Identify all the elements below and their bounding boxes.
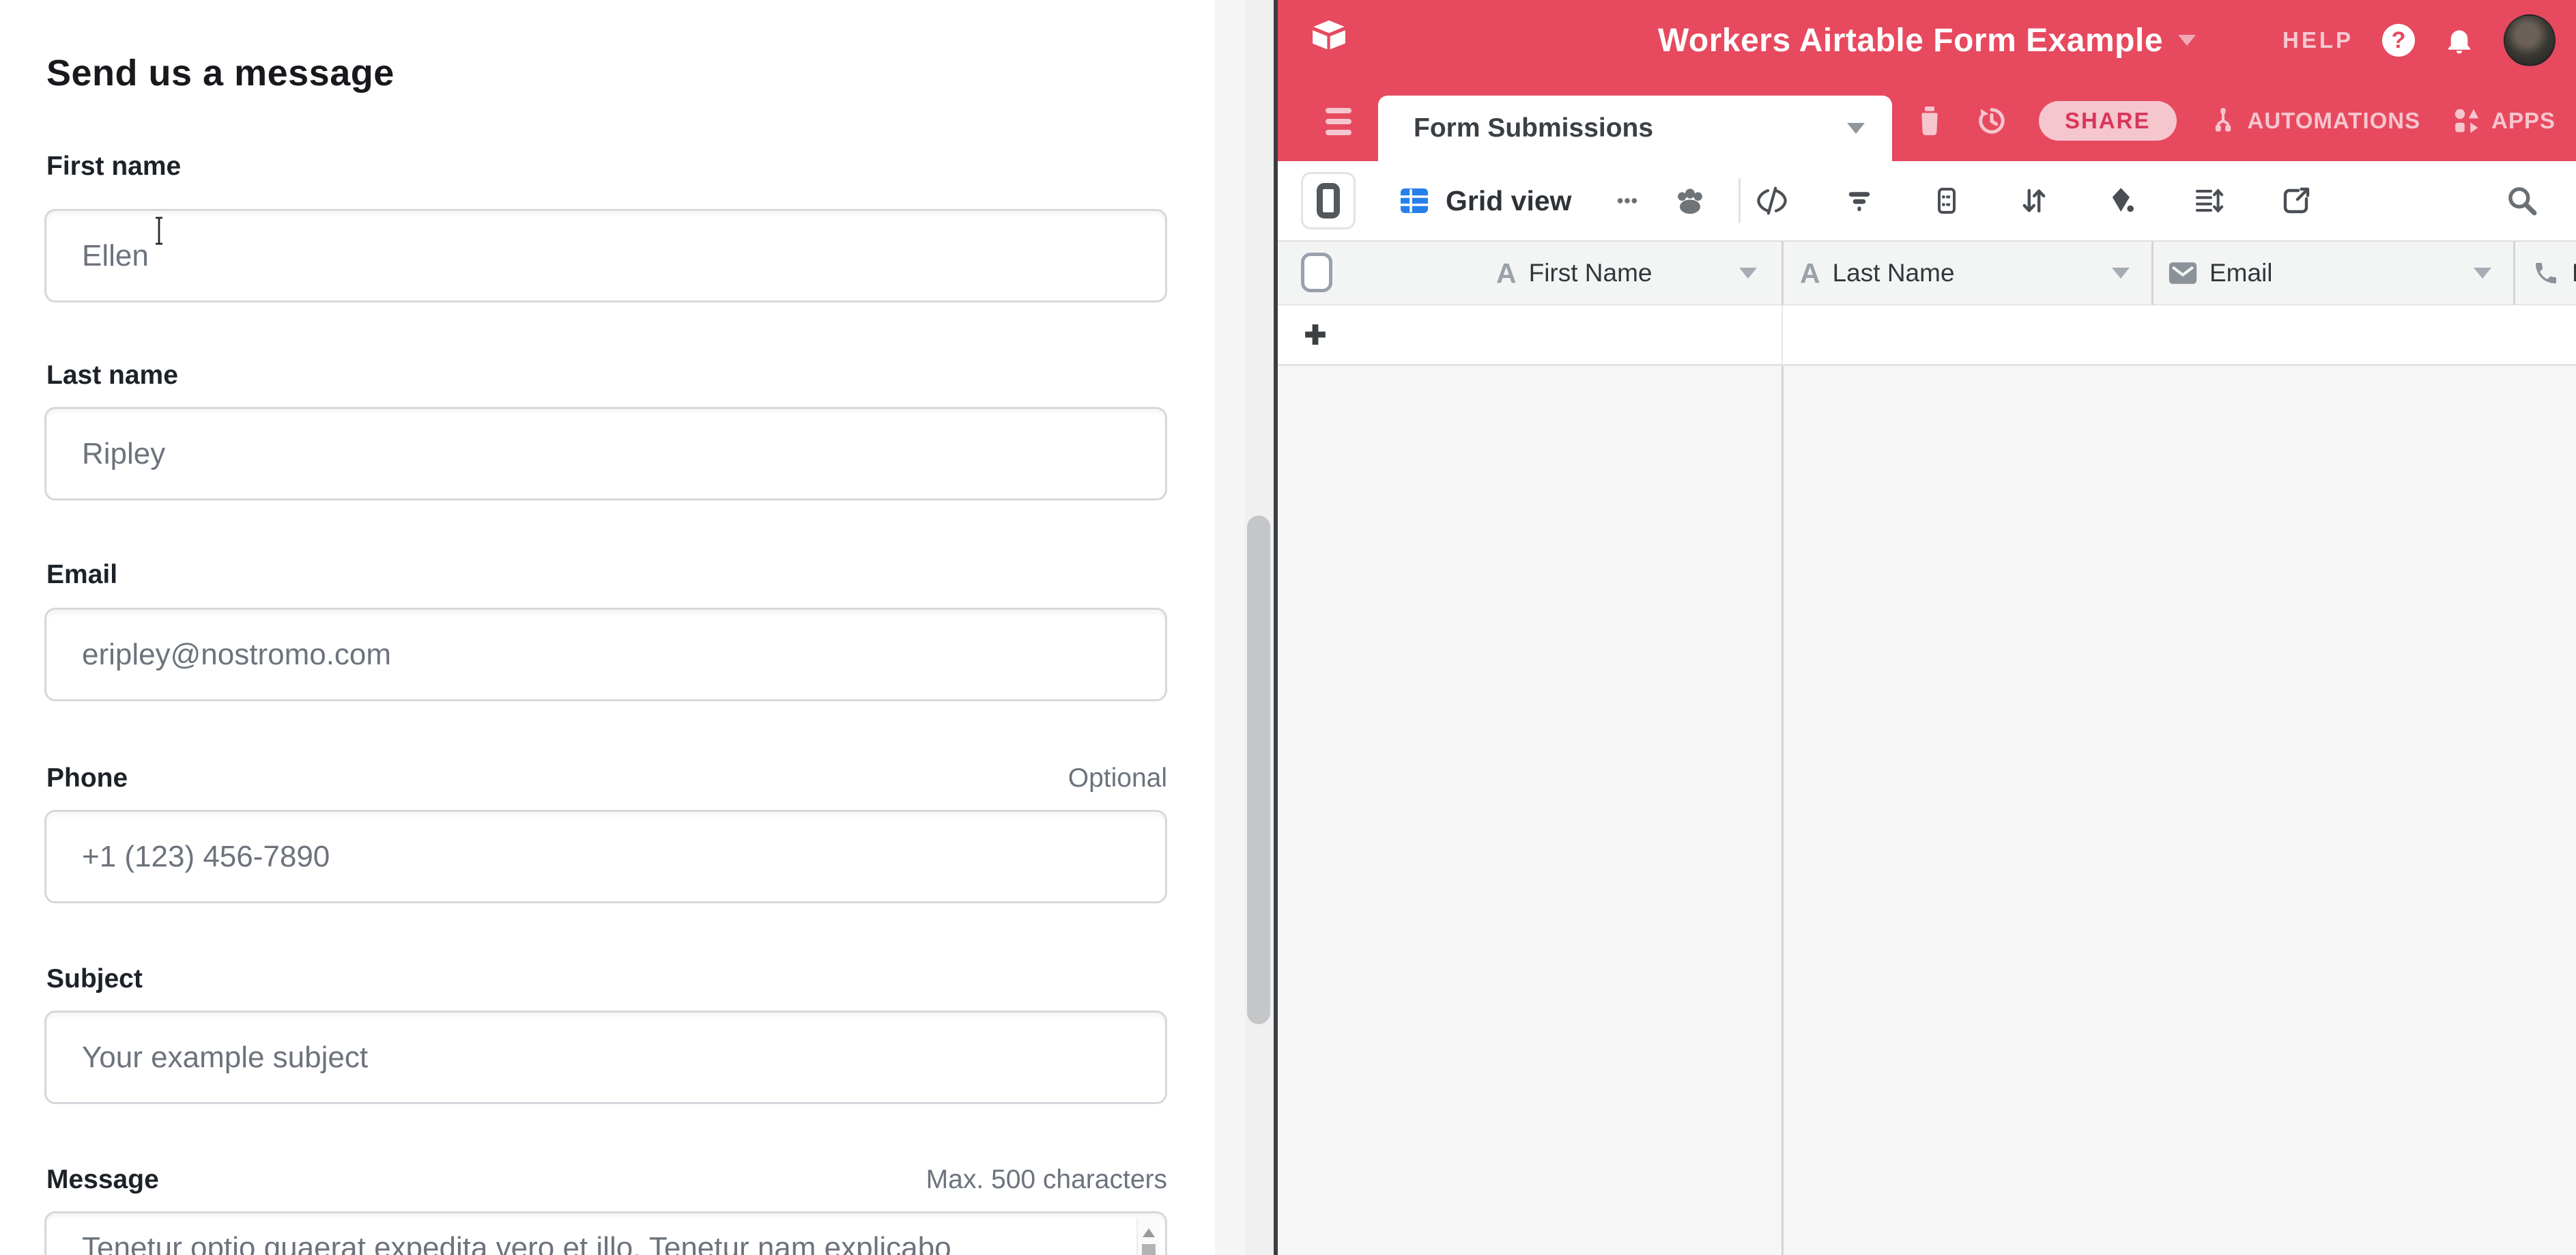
airtable-topbar: Workers Airtable Form Example HELP ? [1278, 0, 2576, 81]
phone-label: Phone [46, 763, 128, 793]
email-label: Email [46, 560, 117, 590]
help-qmark: ? [2392, 27, 2406, 54]
email-input[interactable]: eripley@nostromo.com [44, 608, 1167, 701]
share-view-icon[interactable] [2280, 184, 2313, 217]
column-name: First Name [1529, 259, 1652, 287]
page-scrollbar-track[interactable] [1215, 0, 1274, 1255]
table-tab-caret-icon [1847, 123, 1865, 134]
view-options-ellipsis-icon[interactable] [1612, 185, 1643, 216]
column-name: Phone [2572, 259, 2576, 287]
column-caret-icon[interactable] [2112, 268, 2130, 279]
first-name-value: Ellen [82, 239, 149, 273]
textarea-scroll-thumb[interactable] [1142, 1244, 1156, 1255]
color-icon[interactable] [2105, 184, 2138, 217]
share-button[interactable]: SHARE [2039, 101, 2177, 141]
column-header-email[interactable]: Email [2169, 242, 2273, 305]
table-tab-form-submissions[interactable]: Form Submissions [1378, 96, 1892, 161]
user-avatar[interactable] [2504, 14, 2556, 66]
message-max-hint: Max. 500 characters [926, 1165, 1167, 1195]
column-header-last-name[interactable]: A Last Name [1800, 242, 1955, 305]
message-textarea[interactable]: Tenetur optio quaerat expedita vero et i… [44, 1211, 1167, 1255]
base-title[interactable]: Workers Airtable Form Example [1658, 22, 2163, 59]
first-name-input[interactable]: Ellen [44, 209, 1167, 302]
message-label: Message [46, 1165, 159, 1195]
column-caret-icon[interactable] [1739, 268, 1757, 279]
message-value: Tenetur optio quaerat expedita vero et i… [82, 1231, 1092, 1255]
apps-button[interactable]: APPS [2450, 104, 2556, 137]
automations-icon [2207, 104, 2239, 137]
filter-icon[interactable] [1843, 184, 1876, 217]
apps-label: APPS [2491, 108, 2556, 134]
column-header-phone[interactable]: Phone [2532, 242, 2576, 305]
help-question-icon[interactable]: ? [2382, 24, 2415, 57]
column-divider[interactable] [1781, 242, 1784, 307]
scrollbar-track-inner [1215, 0, 1245, 1255]
apps-icon [2450, 104, 2483, 137]
text-field-type-icon: A [1800, 257, 1820, 290]
sort-icon[interactable] [2018, 184, 2050, 217]
grid-view-icon [1398, 184, 1431, 217]
subject-input[interactable]: Your example subject [44, 1011, 1167, 1104]
subject-value: Your example subject [82, 1041, 368, 1075]
phone-field-type-icon [2532, 259, 2560, 287]
column-header-first-name[interactable]: A First Name [1496, 242, 1652, 305]
column-caret-icon[interactable] [2474, 268, 2491, 279]
toolbar-divider [1738, 178, 1741, 223]
email-field-type-icon [2169, 262, 2197, 285]
column-divider[interactable] [2151, 242, 2153, 307]
add-row[interactable] [1278, 305, 2576, 366]
scroll-up-icon[interactable] [1143, 1228, 1155, 1237]
column-divider [1781, 305, 1783, 364]
table-tab-label: Form Submissions [1414, 113, 1847, 143]
form-title: Send us a message [46, 52, 395, 94]
column-name: Email [2209, 259, 2273, 287]
share-label: SHARE [2065, 108, 2151, 134]
sidebar-panel-icon [1317, 183, 1340, 218]
first-name-label: First name [46, 152, 181, 182]
last-name-value: Ripley [82, 437, 165, 471]
textarea-scrollbar[interactable] [1136, 1219, 1160, 1255]
grid-body-empty [1278, 366, 2576, 1255]
airtable-pane: Workers Airtable Form Example HELP ? For… [1278, 0, 2576, 1255]
select-all-checkbox[interactable] [1301, 253, 1332, 292]
column-name: Last Name [1833, 259, 1955, 287]
history-icon[interactable] [1975, 104, 2009, 138]
base-title-caret-icon[interactable] [2178, 35, 2196, 46]
page-scrollbar-thumb[interactable] [1247, 516, 1270, 1024]
row-height-icon[interactable] [2192, 184, 2225, 217]
email-value: eripley@nostromo.com [82, 638, 391, 672]
trash-icon[interactable] [1915, 104, 1945, 137]
phone-value: +1 (123) 456-7890 [82, 840, 330, 874]
last-name-input[interactable]: Ripley [44, 407, 1167, 500]
automations-button[interactable]: AUTOMATIONS [2207, 104, 2421, 137]
screen: Send us a message First name Ellen Last … [0, 0, 2576, 1255]
phone-optional-hint: Optional [1068, 763, 1167, 793]
frozen-column-divider [1781, 366, 1784, 1255]
automations-label: AUTOMATIONS [2248, 108, 2421, 134]
notifications-bell-icon[interactable] [2444, 25, 2475, 56]
contact-form-pane: Send us a message First name Ellen Last … [0, 0, 1215, 1255]
text-cursor-icon [150, 214, 168, 247]
sidebar-menu-icon[interactable] [1326, 108, 1351, 135]
last-name-label: Last name [46, 361, 178, 391]
hide-fields-icon[interactable] [1756, 184, 1788, 217]
subject-label: Subject [46, 964, 143, 994]
group-icon[interactable] [1930, 184, 1963, 217]
column-divider[interactable] [2513, 242, 2515, 307]
view-name[interactable]: Grid view [1446, 185, 1572, 217]
help-button[interactable]: HELP [2282, 27, 2353, 53]
add-row-plus-icon[interactable] [1301, 320, 1330, 349]
search-icon[interactable] [2505, 184, 2539, 218]
view-toolbar: Grid view [1278, 161, 2576, 240]
view-sidebar-toggle-button[interactable] [1301, 172, 1356, 229]
collaborators-icon[interactable] [1673, 184, 1707, 218]
text-field-type-icon: A [1496, 257, 1517, 290]
grid-header-row: A First Name A Last Name Email [1278, 240, 2576, 307]
phone-input[interactable]: +1 (123) 456-7890 [44, 810, 1167, 903]
